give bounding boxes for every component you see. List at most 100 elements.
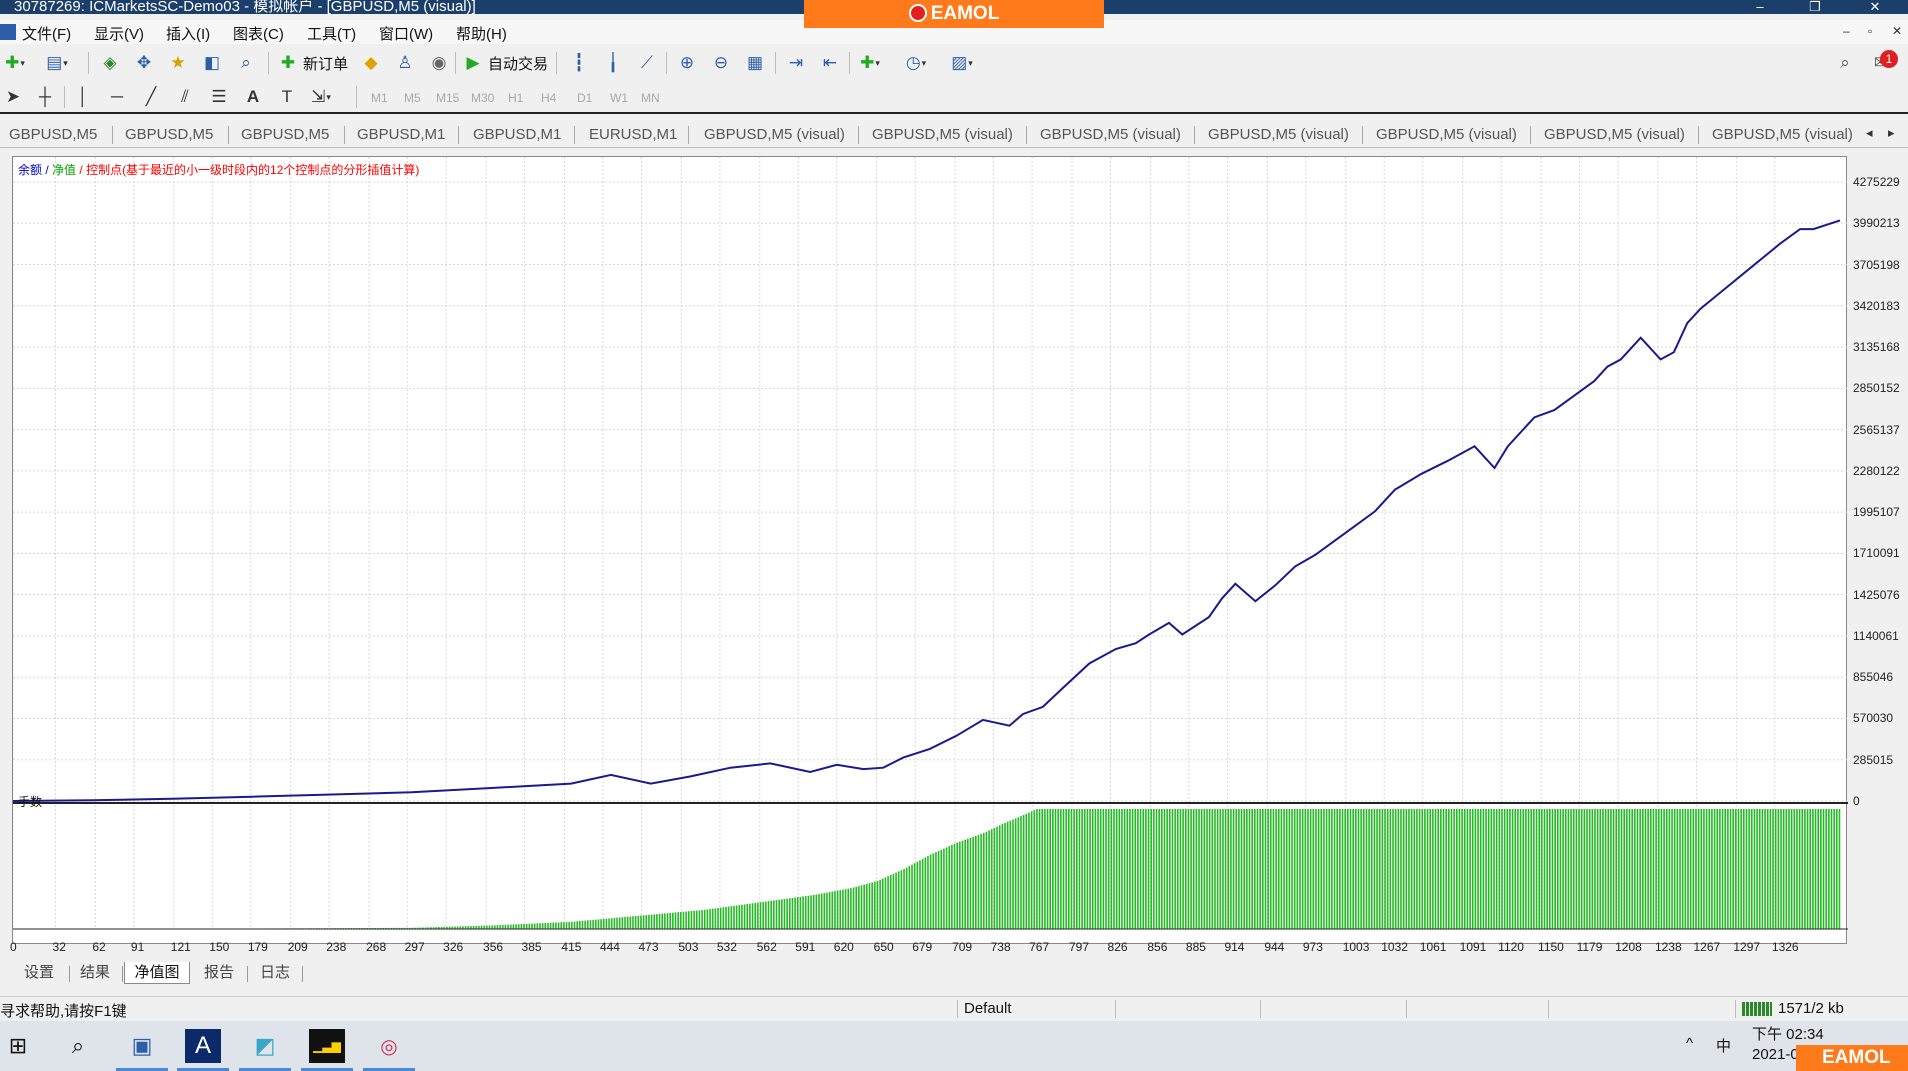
- zoom-in-icon[interactable]: ⊕: [674, 50, 700, 76]
- timeframe-m5[interactable]: M5: [404, 91, 421, 105]
- restore-button[interactable]: ❐: [1795, 0, 1835, 14]
- crosshair-icon[interactable]: ┼: [32, 84, 58, 110]
- chart-tab[interactable]: GBPUSD,M5 (visual): [704, 126, 845, 143]
- tab-report[interactable]: 报告: [204, 962, 244, 984]
- auto-trading-icon[interactable]: ▶: [460, 50, 486, 76]
- lot-bar: [892, 873, 895, 929]
- lot-bar: [1453, 809, 1455, 929]
- candlestick-icon[interactable]: ╽: [600, 50, 626, 76]
- app-icon-5[interactable]: ◎: [371, 1029, 407, 1063]
- profiles-icon[interactable]: ▤: [44, 50, 70, 76]
- periods-icon[interactable]: ◷: [903, 50, 929, 76]
- tab-settings[interactable]: 设置: [24, 962, 64, 984]
- close-button[interactable]: ✕: [1855, 0, 1895, 14]
- app-icon-3[interactable]: ◩: [247, 1029, 283, 1063]
- chart-tab-active[interactable]: GBPUSD,M5 (visual): [1712, 126, 1853, 143]
- doc-minimize-button[interactable]: –: [1843, 24, 1850, 38]
- equidistant-channel-icon[interactable]: ⫽: [172, 84, 198, 110]
- timeframe-h4[interactable]: H4: [541, 91, 556, 105]
- equity-chart[interactable]: 余额 / 净值 / 控制点(基于最近的小一级时段内的12个控制点的分形插值计算)…: [12, 156, 1848, 944]
- menu-insert[interactable]: 插入(I): [166, 23, 210, 44]
- lot-bar: [1418, 809, 1421, 929]
- chart-tab[interactable]: GBPUSD,M5: [125, 126, 213, 143]
- cursor-icon[interactable]: ➤: [0, 84, 26, 110]
- tray-caret-icon[interactable]: ^: [1686, 1035, 1693, 1052]
- tab-journal[interactable]: 日志: [260, 962, 300, 984]
- app-icon-2[interactable]: A: [185, 1029, 221, 1063]
- chart-tab[interactable]: GBPUSD,M5: [9, 126, 97, 143]
- terminal-icon[interactable]: ◧: [199, 50, 225, 76]
- chart-tab[interactable]: GBPUSD,M5 (visual): [1208, 126, 1349, 143]
- arrows-icon[interactable]: ⇲: [308, 84, 334, 110]
- timeframe-d1[interactable]: D1: [577, 91, 592, 105]
- tab-equity-graph[interactable]: 净值图: [124, 962, 190, 984]
- ime-indicator[interactable]: 中: [1716, 1035, 1731, 1056]
- new-order-button[interactable]: 新订单: [303, 53, 348, 74]
- timeframe-w1[interactable]: W1: [610, 91, 628, 105]
- lot-bar: [1171, 809, 1174, 929]
- text-label-icon[interactable]: T: [274, 84, 300, 110]
- chart-tab[interactable]: GBPUSD,M1: [473, 126, 561, 143]
- search-icon[interactable]: ⌕: [1832, 50, 1858, 76]
- doc-restore-button[interactable]: ▫: [1868, 24, 1872, 38]
- clock-date[interactable]: 2021-0: [1752, 1046, 1799, 1063]
- chart-tab[interactable]: GBPUSD,M5 (visual): [1544, 126, 1685, 143]
- timeframe-m1[interactable]: M1: [371, 91, 388, 105]
- tile-windows-icon[interactable]: ▦: [742, 50, 768, 76]
- metaeditor-icon[interactable]: ◆: [358, 50, 384, 76]
- lot-bar: [1559, 809, 1562, 929]
- bar-chart-icon[interactable]: ┇: [566, 50, 592, 76]
- indicators-icon[interactable]: ✚: [857, 50, 883, 76]
- auto-trading-button[interactable]: 自动交易: [488, 53, 548, 74]
- lot-bar: [1232, 809, 1235, 929]
- notification-badge[interactable]: 1: [1880, 50, 1898, 68]
- minimize-button[interactable]: –: [1740, 0, 1780, 14]
- menu-help[interactable]: 帮助(H): [456, 23, 507, 44]
- data-window-icon[interactable]: ✥: [131, 50, 157, 76]
- doc-close-button[interactable]: ✕: [1892, 24, 1902, 38]
- market-icon[interactable]: ◉: [426, 50, 452, 76]
- chart-shift-icon[interactable]: ⇤: [817, 50, 843, 76]
- chart-tab[interactable]: GBPUSD,M5 (visual): [1040, 126, 1181, 143]
- navigator-icon[interactable]: ★: [165, 50, 191, 76]
- windows-start-icon[interactable]: ⊞: [0, 1029, 36, 1063]
- menu-tools[interactable]: 工具(T): [307, 23, 356, 44]
- menu-chart[interactable]: 图表(C): [233, 23, 284, 44]
- chart-tab[interactable]: GBPUSD,M5 (visual): [872, 126, 1013, 143]
- zoom-out-icon[interactable]: ⊖: [708, 50, 734, 76]
- app-icon-4[interactable]: ▁▃▆: [309, 1029, 345, 1063]
- new-chart-icon[interactable]: ✚: [2, 50, 28, 76]
- menu-view[interactable]: 显示(V): [94, 23, 144, 44]
- chart-tab[interactable]: EURUSD,M1: [589, 126, 677, 143]
- new-order-icon[interactable]: ✚: [275, 50, 301, 76]
- signals-icon[interactable]: ♙: [392, 50, 418, 76]
- line-chart-icon[interactable]: ⟋: [634, 50, 660, 76]
- horizontal-line-icon[interactable]: ─: [104, 84, 130, 110]
- chart-tab[interactable]: GBPUSD,M5 (visual): [1376, 126, 1517, 143]
- lot-bar: [661, 913, 664, 929]
- market-watch-icon[interactable]: ◈: [97, 50, 123, 76]
- app-menu-icon[interactable]: [0, 24, 16, 40]
- tab-results[interactable]: 结果: [80, 962, 120, 984]
- timeframe-h1[interactable]: H1: [508, 91, 523, 105]
- strategy-tester-icon[interactable]: ⌕: [233, 50, 259, 76]
- app-icon-1[interactable]: ▣: [124, 1029, 160, 1063]
- text-icon[interactable]: A: [240, 84, 266, 110]
- menu-window[interactable]: 窗口(W): [379, 23, 433, 44]
- tabs-scroll-right-icon[interactable]: ▸: [1888, 125, 1895, 141]
- vertical-line-icon[interactable]: │: [70, 84, 96, 110]
- clock-time[interactable]: 下午 02:34: [1752, 1023, 1824, 1044]
- fibonacci-icon[interactable]: ☰: [206, 84, 232, 110]
- lot-bar: [1503, 809, 1506, 929]
- tabs-scroll-left-icon[interactable]: ◂: [1866, 125, 1873, 141]
- auto-scroll-icon[interactable]: ⇥: [783, 50, 809, 76]
- trend-line-icon[interactable]: ╱: [138, 84, 164, 110]
- timeframe-m15[interactable]: M15: [436, 91, 459, 105]
- timeframe-m30[interactable]: M30: [471, 91, 494, 105]
- menu-file[interactable]: 文件(F): [22, 23, 71, 44]
- chart-tab[interactable]: GBPUSD,M1: [357, 126, 445, 143]
- templates-icon[interactable]: ▨: [949, 50, 975, 76]
- chart-tab[interactable]: GBPUSD,M5: [241, 126, 329, 143]
- timeframe-mn[interactable]: MN: [641, 91, 660, 105]
- search-icon[interactable]: ⌕: [60, 1029, 96, 1063]
